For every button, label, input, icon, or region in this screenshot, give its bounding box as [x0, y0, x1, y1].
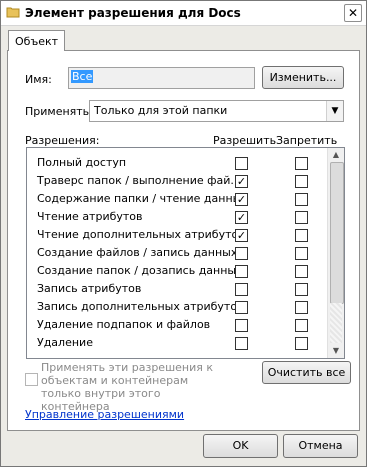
deny-checkbox[interactable] [295, 229, 308, 242]
allow-checkbox[interactable] [235, 337, 248, 350]
deny-checkbox[interactable] [295, 337, 308, 350]
apply-inheritance-checkbox[interactable] [25, 373, 38, 386]
folder-icon [6, 7, 20, 18]
permission-row: Траверс папок / выполнение фай... ✓ [27, 172, 326, 190]
permission-name: Полный доступ [37, 156, 127, 169]
scroll-down-icon[interactable]: ▼ [328, 344, 344, 358]
allow-checkbox[interactable]: ✓ [235, 229, 248, 242]
allow-checkbox[interactable]: ✓ [235, 211, 248, 224]
permission-name: Создание папок / дозапись данных [37, 264, 243, 277]
apply-inheritance-label: Применять эти разрешения к объектам и ко… [41, 361, 214, 413]
permission-row: Чтение атрибутов ✓ [27, 208, 326, 226]
allow-header: Разрешить [213, 134, 277, 147]
permission-row: Запись дополнительных атрибутов [27, 298, 326, 316]
permission-name: Траверс папок / выполнение фай... [37, 174, 241, 187]
permission-row: Полный доступ [27, 154, 326, 172]
window-title: Элемент разрешения для Docs [25, 6, 241, 20]
permissions-header: Разрешения: [25, 134, 100, 147]
tab-object[interactable]: Объект [8, 30, 65, 51]
clear-all-button[interactable]: Очистить все [262, 361, 351, 384]
scroll-up-icon[interactable]: ▲ [328, 148, 344, 162]
deny-checkbox[interactable] [295, 265, 308, 278]
scrollbar[interactable]: ▲ ▼ [327, 148, 344, 358]
allow-checkbox[interactable] [235, 265, 248, 278]
apply-to-label: Применять: [25, 105, 93, 118]
deny-checkbox[interactable] [295, 283, 308, 296]
deny-checkbox[interactable] [295, 193, 308, 206]
permission-name: Создание файлов / запись данных [37, 246, 238, 259]
permission-name: Удаление подпапок и файлов [37, 318, 211, 331]
close-icon[interactable]: ✕ [344, 4, 362, 22]
deny-checkbox[interactable] [295, 301, 308, 314]
scrollbar-thumb[interactable] [330, 162, 344, 304]
deny-checkbox[interactable] [295, 247, 308, 260]
permission-name: Содержание папки / чтение данных [37, 192, 248, 205]
ok-button[interactable]: OK [203, 434, 278, 458]
name-field[interactable]: Все [68, 67, 255, 89]
permission-name: Удаление [37, 336, 93, 349]
permission-row: Запись атрибутов [27, 280, 326, 298]
cancel-button[interactable]: Отмена [283, 434, 358, 458]
deny-checkbox[interactable] [295, 175, 308, 188]
title-bar: Элемент разрешения для Docs ✕ [1, 1, 366, 26]
change-button[interactable]: Изменить... [262, 66, 344, 89]
scrollbar-track[interactable] [330, 303, 342, 343]
apply-to-select[interactable]: Только для этой папки ▼ [89, 100, 344, 122]
permission-name: Чтение дополнительных атрибутов [37, 228, 245, 241]
deny-checkbox[interactable] [295, 157, 308, 170]
allow-checkbox[interactable] [235, 247, 248, 260]
allow-checkbox[interactable]: ✓ [235, 193, 248, 206]
deny-checkbox[interactable] [295, 319, 308, 332]
permission-row: Удаление [27, 334, 326, 352]
name-label: Имя: [25, 73, 52, 86]
permission-row: Удаление подпапок и файлов [27, 316, 326, 334]
tab-label: Объект [15, 35, 59, 48]
permission-name: Запись атрибутов [37, 282, 142, 295]
permission-row: Создание папок / дозапись данных [27, 262, 326, 280]
permission-name: Чтение атрибутов [37, 210, 143, 223]
permission-row: Чтение дополнительных атрибутов ✓ [27, 226, 326, 244]
deny-checkbox[interactable] [295, 211, 308, 224]
allow-checkbox[interactable] [235, 301, 248, 314]
deny-header: Запретить [276, 134, 338, 147]
chevron-down-icon[interactable]: ▼ [326, 101, 343, 121]
apply-to-value: Только для этой папки [94, 104, 228, 117]
name-value: Все [71, 70, 94, 83]
permission-row: Создание файлов / запись данных [27, 244, 326, 262]
allow-checkbox[interactable] [235, 157, 248, 170]
allow-checkbox[interactable] [235, 319, 248, 332]
permission-row: Содержание папки / чтение данных ✓ [27, 190, 326, 208]
permission-entry-dialog: Элемент разрешения для Docs ✕ Объект Имя… [0, 0, 367, 467]
allow-checkbox[interactable] [235, 283, 248, 296]
manage-permissions-link[interactable]: Управление разрешениями [25, 408, 184, 421]
permission-name: Запись дополнительных атрибутов [37, 300, 244, 313]
allow-checkbox[interactable]: ✓ [235, 175, 248, 188]
permissions-list: ▲ ▼ Полный доступ Траверс папок / выполне… [26, 147, 345, 359]
